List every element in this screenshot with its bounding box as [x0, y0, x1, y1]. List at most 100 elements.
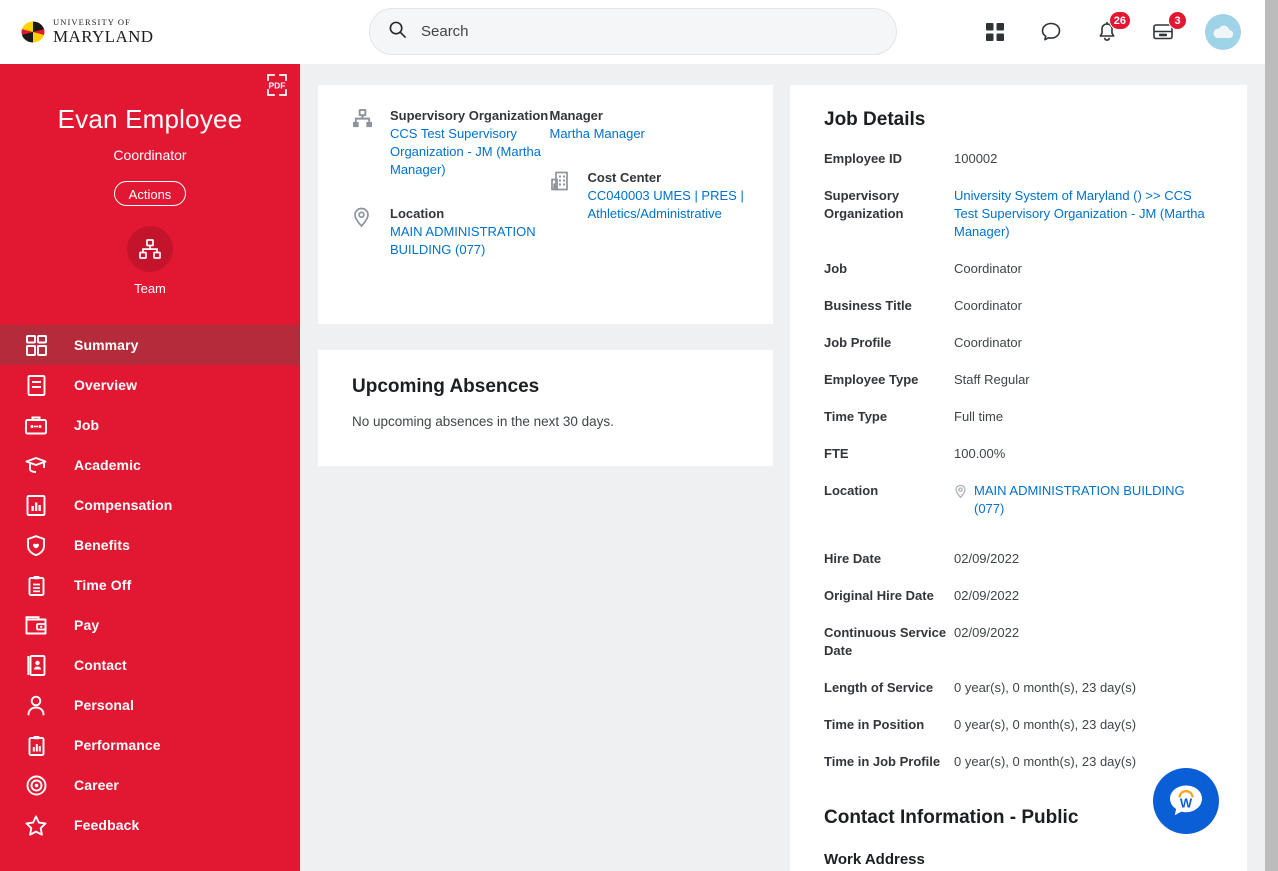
bar-chart-icon [22, 494, 50, 516]
sidebar-item-label: Personal [74, 697, 134, 713]
right-column: Job Details Employee ID 100002 Supervisor… [790, 85, 1247, 871]
employee-job-title: Coordinator [113, 147, 187, 163]
sidebar-item-label: Career [74, 777, 119, 793]
target-icon [22, 775, 50, 796]
sidebar-nav-list: Summary Overview Job Academic Compensati… [0, 325, 300, 845]
umd-shell-logo-icon [20, 20, 46, 44]
row-label: Time in Position [824, 717, 925, 732]
manager-label: Manager [549, 108, 603, 123]
inbox-archive-icon[interactable]: 3 [1149, 11, 1187, 46]
building-icon [550, 169, 588, 223]
chat-bubble-icon[interactable] [1037, 18, 1065, 46]
row-value: Coordinator [954, 261, 1022, 276]
sidebar-item-benefits[interactable]: Benefits [0, 525, 300, 565]
sidebar-item-label: Summary [74, 337, 139, 353]
location-row: Location MAIN ADMINISTRATION BUILDING (0… [824, 482, 1217, 518]
svg-text:PDF: PDF [269, 81, 286, 91]
supervisory-organization-label: Supervisory Organization [390, 108, 549, 123]
sidebar-item-career[interactable]: Career [0, 765, 300, 805]
search-input[interactable]: Search [369, 8, 897, 55]
row-value: Staff Regular [954, 372, 1030, 387]
upcoming-absences-title: Upcoming Absences [352, 376, 540, 397]
row-value: Coordinator [954, 298, 1022, 313]
location-link[interactable]: MAIN ADMINISTRATION BUILDING (077) [390, 224, 536, 257]
row-label: Continuous Service Date [824, 625, 947, 658]
sidebar-item-overview[interactable]: Overview [0, 365, 300, 405]
sidebar-item-time-off[interactable]: Time Off [0, 565, 300, 605]
row-label: Time Type [824, 409, 888, 424]
page-scrollbar[interactable] [1265, 0, 1278, 871]
sidebar-item-label: Academic [74, 457, 141, 473]
row-value: 0 year(s), 0 month(s), 23 day(s) [954, 717, 1137, 732]
row-value: 02/09/2022 [954, 588, 1020, 603]
job-info-card: Supervisory Organization CCS Test Superv… [318, 85, 773, 324]
location-pin-icon [352, 205, 390, 259]
cost-center-link[interactable]: CC040003 UMES | PRES | Athletics/Adminis… [588, 188, 744, 221]
upcoming-absences-empty-text: No upcoming absences in the next 30 days… [352, 414, 614, 429]
briefcase-icon [22, 415, 50, 435]
bell-notifications-icon[interactable]: 26 [1093, 11, 1131, 46]
pdf-export-icon[interactable]: PDF [266, 73, 288, 102]
row-label: Location [824, 483, 879, 498]
search-placeholder: Search [421, 23, 469, 40]
row-label: Length of Service [824, 680, 934, 695]
top-navigation-bar: UNIVERSITY OF MARYLAND Search 26 3 [0, 0, 1265, 64]
profile-cloud-avatar-icon[interactable] [1205, 14, 1241, 50]
sidebar-item-feedback[interactable]: Feedback [0, 805, 300, 845]
sidebar-item-label: Compensation [74, 497, 173, 513]
row-label: Job [824, 261, 848, 276]
apps-grid-icon[interactable] [981, 18, 1009, 46]
cost-center-block: Cost Center CC040003 UMES | PRES | Athle… [550, 169, 748, 223]
sidebar-item-label: Feedback [74, 817, 140, 833]
sidebar-item-label: Overview [74, 377, 138, 393]
row-value-link[interactable]: MAIN ADMINISTRATION BUILDING (077) [974, 482, 1217, 518]
row-value: 02/09/2022 [954, 551, 1020, 566]
search-icon [388, 20, 407, 44]
overview-doc-icon [22, 374, 50, 396]
workday-profile-page: UNIVERSITY OF MARYLAND Search 26 3 PDF E… [0, 0, 1278, 871]
row-value-link[interactable]: University System of Maryland () >> CCS … [954, 187, 1217, 241]
wallet-icon [22, 615, 50, 635]
sidebar-item-personal[interactable]: Personal [0, 685, 300, 725]
manager-link[interactable]: Martha Manager [550, 126, 645, 141]
sidebar-item-label: Performance [74, 737, 161, 753]
row-value: 100002 [954, 151, 998, 166]
address-book-icon [22, 654, 50, 676]
clipboard-time-icon [22, 575, 50, 596]
notifications-badge-count: 26 [1108, 11, 1131, 30]
sidebar-item-job[interactable]: Job [0, 405, 300, 445]
row-value: 100.00% [954, 446, 1006, 461]
org-chart-icon [352, 107, 390, 179]
sidebar-item-summary[interactable]: Summary [0, 325, 300, 365]
row-label: Time in Job Profile [824, 754, 941, 769]
actions-button[interactable]: Actions [114, 181, 186, 206]
shield-heart-icon [22, 534, 50, 556]
sidebar-item-pay[interactable]: Pay [0, 605, 300, 645]
location-pin-icon [954, 482, 967, 504]
row-label: Employee Type [824, 372, 919, 387]
sidebar-item-compensation[interactable]: Compensation [0, 485, 300, 525]
page-title: Evan Employee [57, 104, 243, 134]
team-button[interactable]: Team [0, 226, 300, 296]
supervisory-organization-link[interactable]: CCS Test Supervisory Organization - JM (… [390, 126, 541, 177]
workday-assistant-icon[interactable]: W [1153, 768, 1219, 834]
sidebar-item-academic[interactable]: Academic [0, 445, 300, 485]
location-label: Location [390, 206, 445, 221]
clipboard-chart-icon [22, 735, 50, 756]
manager-block: Manager Martha Manager [550, 107, 748, 143]
summary-grid-icon [22, 334, 50, 356]
brand-top-line: UNIVERSITY OF [53, 17, 131, 28]
row-value: Full time [954, 409, 1004, 424]
sidebar-item-label: Benefits [74, 537, 131, 553]
row-label: Employee ID [824, 151, 903, 166]
row-value: 02/09/2022 [954, 625, 1020, 640]
main-content-area: Supervisory Organization CCS Test Superv… [300, 64, 1265, 871]
sidebar-item-contact[interactable]: Contact [0, 645, 300, 685]
sidebar-item-label: Contact [74, 657, 127, 673]
umd-brand-logo[interactable]: UNIVERSITY OF MARYLAND [20, 18, 154, 45]
supervisory-organization-block: Supervisory Organization CCS Test Superv… [352, 107, 550, 179]
row-value: Coordinator [954, 335, 1022, 350]
graduation-cap-icon [22, 456, 50, 475]
sidebar-item-performance[interactable]: Performance [0, 725, 300, 765]
page-scrollbar-thumb[interactable] [1265, 0, 1278, 871]
